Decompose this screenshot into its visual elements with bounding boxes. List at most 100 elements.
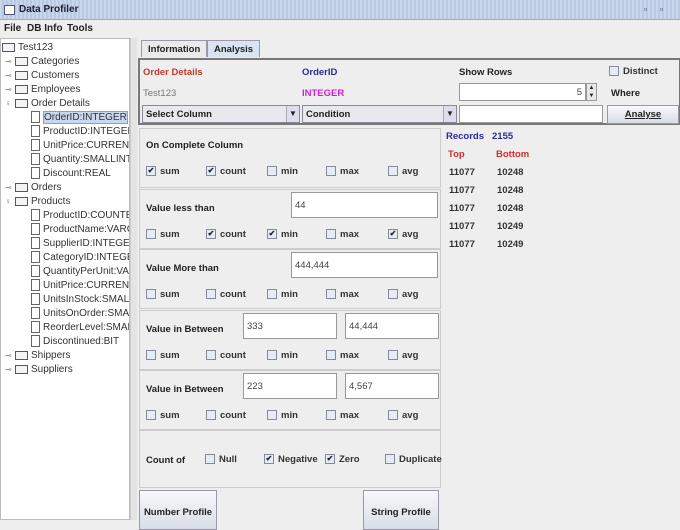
sum-checkbox[interactable]: sum [146,410,180,421]
collapsed-handle-icon[interactable]: ⊸ [5,181,14,195]
tree-table-node[interactable]: ⊸ Suppliers [5,363,73,377]
count-checkbox[interactable]: ✔ count [206,166,246,177]
tree-column-node[interactable]: Discount:REAL [31,167,111,181]
count-checkbox[interactable]: count [206,350,246,361]
count-checkbox[interactable]: count [206,289,246,300]
split-pane-divider[interactable] [130,38,137,520]
avg-checkbox[interactable]: avg [388,289,418,300]
menu-db-info[interactable]: DB Info [27,23,63,34]
show-rows-spinner[interactable]: 5 [459,83,586,101]
min-checkbox[interactable]: ✔ min [267,229,298,240]
max-value-input[interactable]: 44,444 [345,312,439,339]
distinct-checkbox[interactable]: Distinct [609,66,658,77]
file-icon [31,293,40,306]
tree-column-node[interactable]: Quantity:SMALLINT [31,153,129,167]
spinner-arrows-icon[interactable]: ▲ ▼ [586,83,597,101]
tree-column-node[interactable]: ProductID:COUNTER [31,209,129,223]
null-checkbox[interactable]: Null [205,454,237,465]
condition-dropdown[interactable]: Condition ▼ [302,105,457,123]
checkbox-icon [326,289,336,300]
checkbox-label: Negative [278,454,318,465]
table-name: Order Details [143,67,203,78]
string-profile-button[interactable]: String Profile [363,490,439,530]
zero-checkbox[interactable]: ✔ Zero [325,454,360,465]
checkbox-icon [206,410,216,421]
file-icon [31,167,40,180]
tree-table-node[interactable]: ⊸ Shippers [5,349,70,363]
duplicate-checkbox[interactable]: Duplicate [385,454,442,465]
tree-column-node[interactable]: UnitPrice:CURRENCY [31,279,130,293]
menu-file[interactable]: File [4,23,21,34]
tree-column-node[interactable]: SupplierID:INTEGER [31,237,129,251]
max-checkbox[interactable]: max [326,350,359,361]
checkbox-icon [206,349,216,360]
tree-table-node[interactable]: ♀ Products [5,195,70,209]
database-tree[interactable]: Test123 ⊸ Categories ⊸ Customers ⊸ Employees ♀ O… [0,38,130,520]
number-profile-button[interactable]: Number Profile [139,490,217,530]
count-checkbox[interactable]: count [206,410,246,421]
value-input[interactable]: 444,444 [291,252,438,278]
tree-column-node[interactable]: ProductID:INTEGER [31,125,129,139]
tree-column-node[interactable]: OrderID:INTEGER [31,111,128,125]
tree-column-node[interactable]: Discontinued:BIT [31,335,119,349]
avg-checkbox[interactable]: avg [388,166,418,177]
tree-column-node[interactable]: UnitPrice:CURRENCY [31,139,129,153]
min-value-input[interactable]: 333 [243,312,337,339]
max-checkbox[interactable]: max [326,410,359,421]
max-value-input[interactable]: 4,567 [345,373,439,399]
min-checkbox[interactable]: min [267,289,298,300]
tab-analysis[interactable]: Analysis [207,40,261,57]
tree-column-node[interactable]: UnitsOnOrder:SMALLINT [31,307,129,321]
expanded-handle-icon[interactable]: ♀ [5,97,14,111]
max-checkbox[interactable]: max [326,229,359,240]
avg-checkbox[interactable]: ✔ avg [388,229,418,240]
avg-checkbox[interactable]: avg [388,410,418,421]
checkbox-label: min [281,289,298,300]
menu-tools[interactable]: Tools [67,23,93,34]
count-checkbox[interactable]: ✔ count [206,229,246,240]
collapsed-handle-icon[interactable]: ⊸ [5,349,14,363]
tree-table-node[interactable]: ⊸ Employees [5,83,80,97]
min-checkbox[interactable]: min [267,166,298,177]
min-value-input[interactable]: 223 [243,373,337,399]
tree-table-node[interactable]: ⊸ Categories [5,55,79,69]
tree-column-node[interactable]: CategoryID:INTEGER [31,251,129,265]
maximize-icon[interactable]: ▫ [656,4,667,15]
avg-checkbox[interactable]: avg [388,350,418,361]
select-column-dropdown[interactable]: Select Column ▼ [142,105,300,123]
tree-column-node[interactable]: QuantityPerUnit:VARCHAR [31,265,129,279]
max-checkbox[interactable]: max [326,289,359,300]
sum-checkbox[interactable]: sum [146,229,180,240]
where-input[interactable] [459,105,603,123]
checkbox-icon [326,349,336,360]
tab-information[interactable]: Information [141,40,208,57]
tree-node-label: QuantityPerUnit:VARCHAR [43,266,129,277]
file-icon [31,125,40,138]
collapsed-handle-icon[interactable]: ⊸ [5,55,14,69]
checkbox-icon [326,228,336,239]
collapsed-handle-icon[interactable]: ⊸ [5,363,14,377]
tree-node-label: UnitPrice:CURRENCY [43,280,130,291]
file-icon [31,153,40,166]
tree-root[interactable]: Test123 [2,41,53,55]
expanded-handle-icon[interactable]: ♀ [5,195,14,209]
tree-table-node[interactable]: ⊸ Orders [5,181,62,195]
collapsed-handle-icon[interactable]: ⊸ [5,69,14,83]
tree-column-node[interactable]: ReorderLevel:SMALLINT [31,321,129,335]
value-input[interactable]: 44 [291,191,438,218]
negative-checkbox[interactable]: ✔ Negative [264,454,318,465]
min-checkbox[interactable]: min [267,410,298,421]
tree-table-node[interactable]: ♀ Order Details [5,97,90,111]
tree-table-node[interactable]: ⊸ Customers [5,69,79,83]
checkbox-icon [388,166,398,177]
collapsed-handle-icon[interactable]: ⊸ [5,83,14,97]
min-checkbox[interactable]: min [267,350,298,361]
sum-checkbox[interactable]: sum [146,289,180,300]
max-checkbox[interactable]: max [326,166,359,177]
sum-checkbox[interactable]: sum [146,350,180,361]
sum-checkbox[interactable]: ✔ sum [146,166,180,177]
tree-column-node[interactable]: UnitsInStock:SMALLINT [31,293,129,307]
restore-icon[interactable]: ▫ [640,4,651,15]
tree-column-node[interactable]: ProductName:VARCHAR [31,223,129,237]
analyse-button[interactable]: Analyse [607,105,679,124]
